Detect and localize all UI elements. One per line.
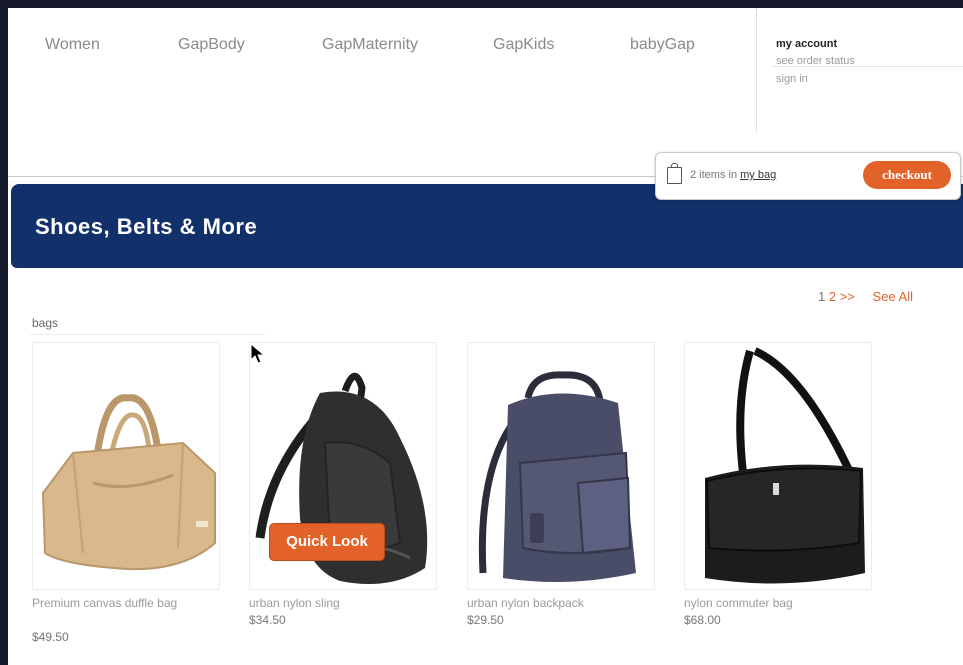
- product-image[interactable]: Quick Look: [249, 342, 437, 590]
- section-divider: [30, 334, 265, 335]
- product-image[interactable]: [32, 342, 220, 590]
- sign-in-link[interactable]: sign in: [776, 73, 808, 85]
- section-label: bags: [32, 316, 59, 330]
- account-panel: my account see order status sign in: [756, 8, 963, 132]
- shopping-bag-icon: [667, 163, 682, 184]
- product-name[interactable]: Premium canvas duffle bag: [32, 596, 218, 611]
- product-card[interactable]: Premium canvas duffle bag $49.50: [32, 342, 222, 662]
- page-2-link[interactable]: 2: [829, 289, 836, 304]
- see-all-link[interactable]: See All: [873, 289, 913, 304]
- bag-count-text: 2 items in: [690, 169, 738, 181]
- mouse-cursor-icon: [250, 343, 266, 364]
- page-title: Shoes, Belts & More: [35, 214, 258, 239]
- top-navigation: Women GapBody GapMaternity GapKids babyG…: [8, 8, 963, 148]
- duffle-bag-icon: [41, 394, 216, 571]
- product-price: $68.00: [684, 613, 721, 627]
- backpack-icon: [478, 371, 636, 582]
- next-page-link[interactable]: >>: [840, 289, 855, 304]
- product-image[interactable]: [684, 342, 872, 590]
- my-bag-link[interactable]: my bag: [740, 169, 776, 181]
- page-current: 1: [818, 289, 826, 304]
- product-image[interactable]: [467, 342, 655, 590]
- checkout-button[interactable]: checkout: [863, 161, 951, 189]
- nav-link-babygap[interactable]: babyGap: [630, 36, 695, 54]
- product-name[interactable]: urban nylon backpack: [467, 596, 653, 611]
- product-card[interactable]: Quick Look urban nylon sling $34.50: [249, 342, 439, 662]
- product-card[interactable]: urban nylon backpack $29.50: [467, 342, 657, 662]
- account-title[interactable]: my account: [776, 38, 837, 50]
- nav-link-gapkids[interactable]: GapKids: [493, 36, 554, 54]
- product-card[interactable]: nylon commuter bag $68.00: [684, 342, 874, 662]
- product-name[interactable]: nylon commuter bag: [684, 596, 870, 611]
- order-status-link[interactable]: see order status: [776, 55, 855, 67]
- product-price: $49.50: [32, 630, 69, 644]
- pagination: 1 2 >> See All: [818, 289, 913, 304]
- mini-bag: 2 items in my bag checkout: [655, 152, 961, 200]
- nav-link-women[interactable]: Women: [45, 36, 100, 54]
- nav-link-gapbody[interactable]: GapBody: [178, 36, 245, 54]
- page: Women GapBody GapMaternity GapKids babyG…: [8, 8, 963, 665]
- nav-link-gapmaternity[interactable]: GapMaternity: [322, 36, 418, 54]
- product-name[interactable]: urban nylon sling: [249, 596, 435, 611]
- quick-look-button[interactable]: Quick Look: [269, 523, 385, 561]
- bag-summary: 2 items in my bag: [690, 169, 776, 181]
- product-price: $29.50: [467, 613, 504, 627]
- product-price: $34.50: [249, 613, 286, 627]
- messenger-bag-icon: [705, 347, 865, 584]
